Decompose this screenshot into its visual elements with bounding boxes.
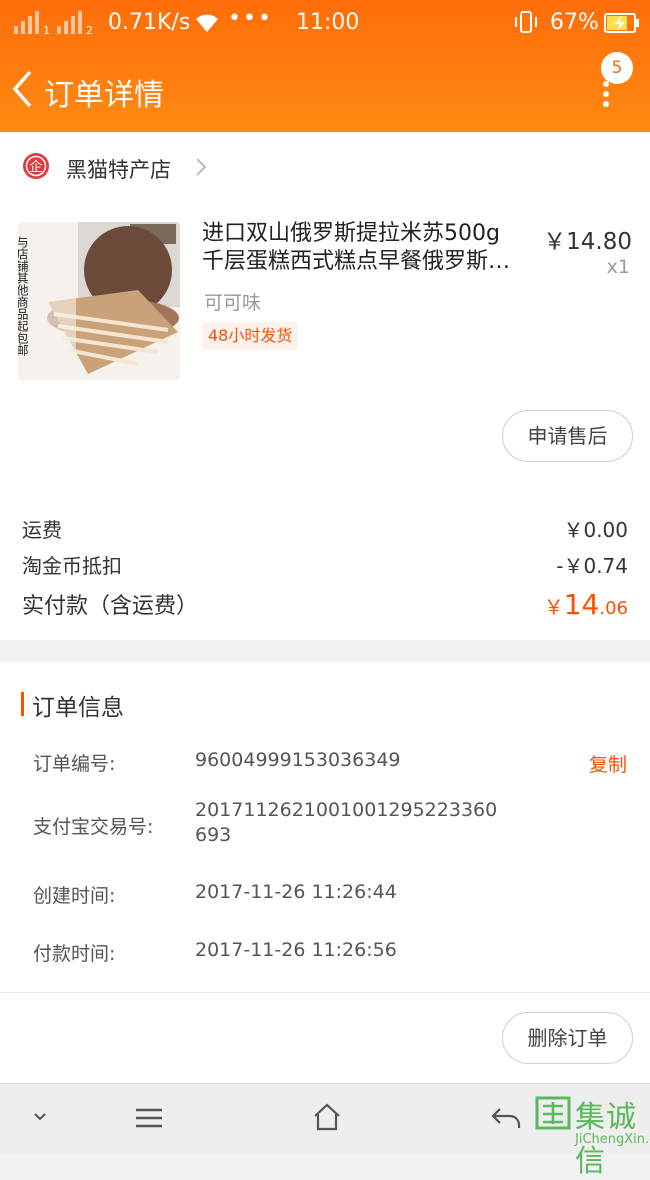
- order-number-value: 96004999153036349: [195, 749, 401, 771]
- clock: 11:00: [296, 10, 360, 35]
- paid-amount: ￥14.06: [544, 588, 628, 621]
- more-notifications-icon: •••: [228, 6, 273, 31]
- divider: [0, 992, 650, 993]
- coin-deduction-label: 淘金币抵扣: [22, 554, 122, 578]
- shipping-fee-value: ￥0.00: [563, 518, 628, 542]
- payment-time-value: 2017-11-26 11:26:56: [195, 939, 397, 961]
- system-nav-bar: 集诚信 JiChengXin.com: [0, 1083, 650, 1179]
- order-info-card: 订单信息 订单编号: 96004999153036349 复制 支付宝交易号: …: [0, 662, 650, 1083]
- watermark-logo: [535, 1096, 571, 1130]
- order-product-card: 企 黑猫特产店 与店铺其他商品起包邮 进口双山俄罗斯提拉米苏500g 千层蛋糕西…: [0, 132, 650, 640]
- copy-order-number-button[interactable]: 复制: [589, 750, 627, 777]
- vibrate-icon: [515, 11, 537, 33]
- product-variant: 可可味: [204, 292, 262, 314]
- menu-icon[interactable]: [134, 1106, 164, 1130]
- paid-integer: 14: [563, 588, 600, 621]
- signal-icon: 1 2: [14, 11, 93, 36]
- home-icon[interactable]: [312, 1102, 342, 1132]
- chevron-down-icon[interactable]: [30, 1110, 50, 1124]
- coin-deduction-row: 淘金币抵扣 -￥0.74: [22, 550, 628, 579]
- watermark-sub: JiChengXin.com: [575, 1132, 650, 1147]
- delete-order-button[interactable]: 删除订单: [502, 1012, 633, 1064]
- section-accent-bar: [21, 692, 24, 716]
- payment-time-label: 付款时间:: [33, 943, 116, 965]
- battery-percent: 67%: [550, 10, 599, 35]
- notification-badge: 5: [601, 52, 633, 84]
- svg-text:2: 2: [86, 24, 93, 36]
- shop-name[interactable]: 黑猫特产店: [66, 154, 171, 184]
- product-quantity: x1: [606, 256, 630, 278]
- svg-text:1: 1: [43, 24, 50, 36]
- back-arrow-icon[interactable]: [10, 68, 36, 110]
- wifi-icon: [196, 14, 218, 32]
- product-title-line1: 进口双山俄罗斯提拉米苏500g: [202, 221, 500, 246]
- alipay-trade-no-value: 2017112621001001295223360 693: [195, 798, 497, 848]
- shipping-fee-row: 运费 ￥0.00: [22, 514, 628, 543]
- order-number-label: 订单编号:: [33, 753, 116, 775]
- watermark: 集诚信 JiChengXin.com: [535, 1092, 650, 1179]
- shipping-fee-label: 运费: [22, 518, 62, 542]
- paid-amount-label: 实付款（含运费）: [22, 594, 199, 619]
- back-navigation-icon[interactable]: [490, 1106, 522, 1130]
- after-sale-button[interactable]: 申请售后: [502, 410, 633, 462]
- paid-decimal: .06: [599, 598, 628, 619]
- page-title: 订单详情: [44, 78, 164, 113]
- battery-charging-icon: [604, 13, 639, 33]
- shop-icon-glyph: 企: [29, 159, 42, 175]
- shipping-tag: 48小时发货: [202, 322, 299, 350]
- product-image-overlay-text: 与店铺其他商品起包邮: [18, 236, 29, 356]
- section-title: 订单信息: [32, 695, 124, 721]
- created-time-label: 创建时间:: [33, 885, 116, 907]
- chevron-right-icon[interactable]: [194, 156, 208, 178]
- product-image[interactable]: 与店铺其他商品起包邮: [18, 222, 180, 380]
- alipay-trade-no-label: 支付宝交易号:: [33, 816, 154, 838]
- paid-currency: ￥: [543, 595, 564, 619]
- coin-deduction-value: -￥0.74: [556, 554, 628, 578]
- enterprise-shop-icon: 企: [23, 153, 49, 179]
- status-bar: 1 2 0.71K/s ••• 11:00 67%: [0, 0, 650, 48]
- product-title-line2: 千层蛋糕西式糕点早餐俄罗斯…: [202, 249, 511, 274]
- network-speed: 0.71K/s: [108, 10, 191, 35]
- product-price: ￥14.80: [543, 229, 632, 255]
- app-header: 1 2 0.71K/s ••• 11:00 67% 订单详情 5: [0, 0, 650, 132]
- alipay-trade-no-line2: 693: [195, 824, 232, 846]
- alipay-trade-no-line1: 2017112621001001295223360: [195, 799, 498, 821]
- product-title[interactable]: 进口双山俄罗斯提拉米苏500g 千层蛋糕西式糕点早餐俄罗斯…: [202, 220, 532, 276]
- created-time-value: 2017-11-26 11:26:44: [195, 881, 397, 903]
